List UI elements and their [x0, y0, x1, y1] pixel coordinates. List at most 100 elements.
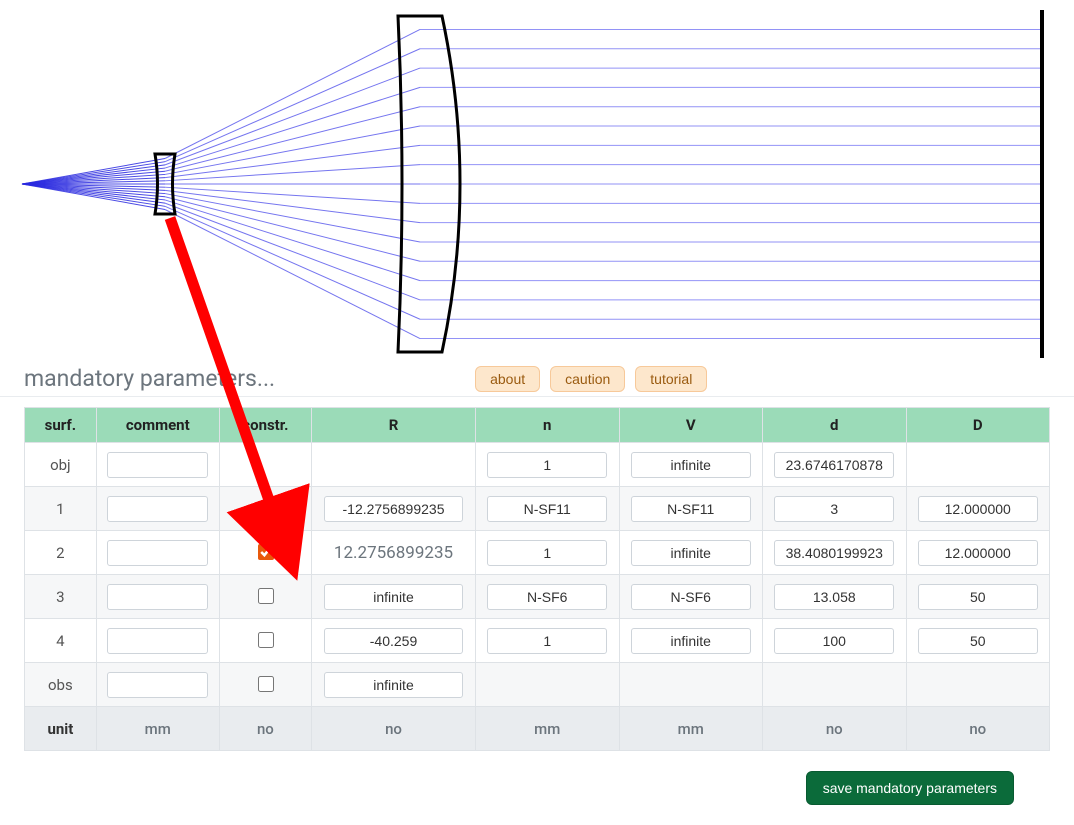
R-locked-value: 12.2756899235: [334, 543, 453, 563]
n-input[interactable]: [487, 540, 607, 566]
comment-input[interactable]: [107, 496, 208, 522]
comment-input[interactable]: [107, 672, 208, 698]
n-cell: [476, 443, 620, 487]
V-input[interactable]: [631, 540, 751, 566]
constr-cell: [219, 443, 311, 487]
V-cell: [619, 531, 763, 575]
R-cell: [312, 443, 476, 487]
table-row: 1: [25, 487, 1050, 531]
n-cell: [476, 487, 620, 531]
title-row: mandatory parameters... about caution tu…: [0, 365, 1074, 397]
n-cell: [476, 531, 620, 575]
R-cell: 12.2756899235: [312, 531, 476, 575]
d-cell: [763, 487, 907, 531]
D-input[interactable]: [918, 496, 1038, 522]
col-D: D: [906, 408, 1050, 443]
comment-cell: [96, 575, 219, 619]
V-input[interactable]: [631, 584, 751, 610]
comment-cell: [96, 619, 219, 663]
n-input[interactable]: [487, 628, 607, 654]
R-input[interactable]: [324, 584, 463, 610]
unit-D: no: [906, 707, 1050, 751]
R-cell: [312, 575, 476, 619]
comment-input[interactable]: [107, 628, 208, 654]
n-input[interactable]: [487, 496, 607, 522]
D-input[interactable]: [918, 628, 1038, 654]
col-V: V: [619, 408, 763, 443]
section-title: mandatory parameters...: [24, 365, 315, 392]
ray-diagram: [0, 0, 1074, 365]
V-input[interactable]: [631, 628, 751, 654]
V-cell: [619, 619, 763, 663]
tutorial-button[interactable]: tutorial: [635, 366, 707, 392]
D-input[interactable]: [918, 584, 1038, 610]
constr-cell: [219, 575, 311, 619]
unit-constr: no: [219, 707, 311, 751]
unit-V: mm: [619, 707, 763, 751]
surf-cell: 1: [25, 487, 97, 531]
V-input[interactable]: [631, 496, 751, 522]
save-button[interactable]: save mandatory parameters: [806, 771, 1014, 805]
constr-checkbox[interactable]: [258, 632, 274, 648]
d-cell: [763, 531, 907, 575]
comment-cell: [96, 663, 219, 707]
R-input[interactable]: [324, 496, 463, 522]
comment-cell: [96, 443, 219, 487]
unit-R: no: [312, 707, 476, 751]
about-button[interactable]: about: [475, 366, 540, 392]
unit-surf: unit: [25, 707, 97, 751]
surf-cell: 2: [25, 531, 97, 575]
D-cell: [906, 575, 1050, 619]
V-input[interactable]: [631, 452, 751, 478]
n-cell: [476, 663, 620, 707]
caution-button[interactable]: caution: [550, 366, 625, 392]
d-input[interactable]: [774, 452, 894, 478]
d-cell: [763, 575, 907, 619]
V-cell: [619, 663, 763, 707]
constr-cell: [219, 487, 311, 531]
V-cell: [619, 487, 763, 531]
table-row: 2 12.2756899235: [25, 531, 1050, 575]
unit-n: mm: [476, 707, 620, 751]
R-cell: [312, 487, 476, 531]
comment-input[interactable]: [107, 452, 208, 478]
comment-cell: [96, 531, 219, 575]
d-input[interactable]: [774, 628, 894, 654]
n-input[interactable]: [487, 584, 607, 610]
table-row: 3: [25, 575, 1050, 619]
R-cell: [312, 619, 476, 663]
table-row: obj: [25, 443, 1050, 487]
d-cell: [763, 443, 907, 487]
d-input[interactable]: [774, 496, 894, 522]
table-header-row: surf. comment constr. R n V d D: [25, 408, 1050, 443]
D-cell: [906, 531, 1050, 575]
D-input[interactable]: [918, 540, 1038, 566]
unit-comment: mm: [96, 707, 219, 751]
V-cell: [619, 443, 763, 487]
surf-cell: 4: [25, 619, 97, 663]
D-cell: [906, 487, 1050, 531]
table-row: 4: [25, 619, 1050, 663]
unit-d: no: [763, 707, 907, 751]
surf-cell: 3: [25, 575, 97, 619]
D-cell: [906, 663, 1050, 707]
R-input[interactable]: [324, 628, 463, 654]
comment-input[interactable]: [107, 540, 208, 566]
d-input[interactable]: [774, 540, 894, 566]
col-R: R: [312, 408, 476, 443]
n-cell: [476, 619, 620, 663]
d-input[interactable]: [774, 584, 894, 610]
D-cell: [906, 443, 1050, 487]
comment-input[interactable]: [107, 584, 208, 610]
D-cell: [906, 619, 1050, 663]
n-input[interactable]: [487, 452, 607, 478]
unit-row: unitmmnonommmmnono: [25, 707, 1050, 751]
R-cell: [312, 663, 476, 707]
constr-checkbox[interactable]: [258, 676, 274, 692]
constr-checkbox[interactable]: [258, 588, 274, 604]
R-input[interactable]: [324, 672, 463, 698]
parameters-table: surf. comment constr. R n V d D obj12 12.…: [24, 407, 1050, 751]
d-cell: [763, 663, 907, 707]
surf-cell: obs: [25, 663, 97, 707]
constr-checkbox[interactable]: [258, 544, 274, 560]
